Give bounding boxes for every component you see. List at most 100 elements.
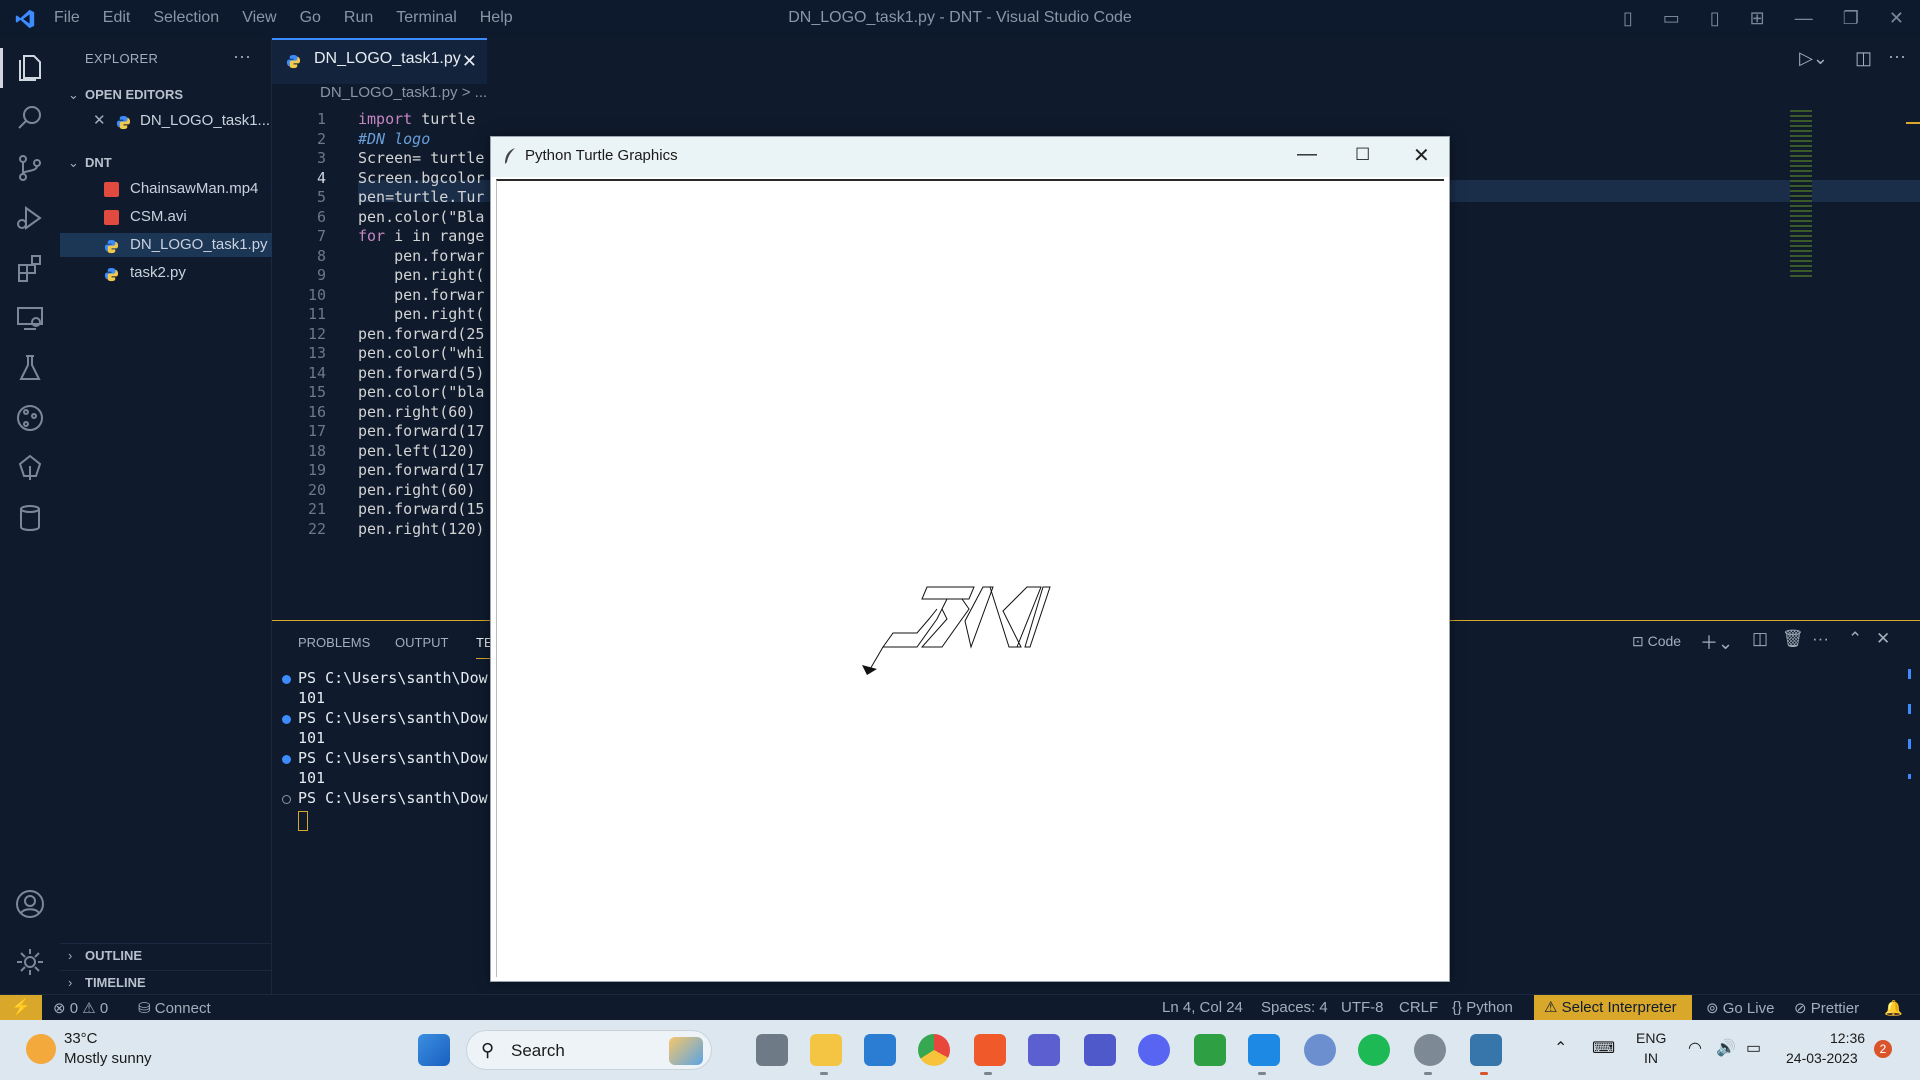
notifications-icon[interactable]: 🔔 [1884, 999, 1903, 1017]
terminal-selector[interactable]: ⊡ Code [1632, 633, 1681, 650]
folder-dnt[interactable]: ⌄ DNT [60, 155, 272, 170]
extensions-icon[interactable] [10, 248, 50, 288]
vscode-icon[interactable] [1248, 1034, 1280, 1066]
code-line[interactable]: pen.forward(17 [358, 422, 484, 440]
code-line[interactable]: pen.color("bla [358, 383, 484, 401]
minimize-icon[interactable]: — [1297, 143, 1317, 166]
file-item[interactable]: ChainsawMan.mp4 [60, 177, 272, 201]
explorer-icon[interactable] [0, 48, 50, 88]
indentation[interactable]: Spaces: 4 [1261, 999, 1328, 1016]
code-line[interactable]: pen.forward(15 [358, 500, 484, 518]
notification-badge[interactable]: 2 [1874, 1040, 1892, 1058]
close-icon[interactable]: ✕ [1413, 143, 1430, 168]
code-line[interactable]: pen.right( [358, 305, 484, 323]
terminal-cursor[interactable] [298, 811, 308, 831]
code-line[interactable]: pen.right( [358, 266, 484, 284]
minimap[interactable] [1790, 110, 1812, 280]
source-control-icon[interactable] [10, 148, 50, 188]
wifi-icon[interactable]: ◠ [1688, 1038, 1702, 1058]
search-icon[interactable] [10, 98, 50, 138]
code-line[interactable]: pen.left(120) [358, 442, 475, 460]
run-debug-icon[interactable] [10, 198, 50, 238]
r-icon[interactable] [1304, 1034, 1336, 1066]
open-editors-section[interactable]: ⌄ OPEN EDITORS [60, 87, 272, 102]
maximize-icon[interactable]: ☐ [1355, 145, 1370, 165]
microsoft-store-icon[interactable] [864, 1034, 896, 1066]
more-actions-icon[interactable]: ··· [1888, 46, 1906, 67]
prettier-button[interactable]: ⊘ Prettier [1794, 999, 1859, 1017]
app-icon[interactable] [1194, 1034, 1226, 1066]
code-line[interactable]: pen.forwar [358, 247, 484, 265]
close-icon[interactable]: ✕ [1889, 8, 1904, 29]
code-line[interactable]: Screen= turtle [358, 149, 484, 167]
outline-section[interactable]: › OUTLINE [60, 943, 272, 967]
file-item-selected[interactable]: DN_LOGO_task1.py [60, 233, 272, 257]
python-icon[interactable] [1470, 1034, 1502, 1066]
git-graph-icon[interactable] [10, 398, 50, 438]
tab-problems[interactable]: PROBLEMS [298, 635, 370, 650]
remote-indicator-icon[interactable]: ⚡ [0, 995, 42, 1021]
line-ending[interactable]: CRLF [1399, 999, 1438, 1016]
lang-top[interactable]: ENG [1636, 1030, 1666, 1046]
keyboard-icon[interactable]: ⌨ [1592, 1038, 1615, 1058]
chevron-up-icon[interactable]: ⌃ [1554, 1038, 1567, 1058]
lang-bottom[interactable]: IN [1644, 1050, 1658, 1066]
turtle-window-titlebar[interactable]: Python Turtle Graphics — ☐ ✕ [491, 137, 1449, 177]
breadcrumb[interactable]: DN_LOGO_task1.py > ... [272, 84, 492, 106]
weather-sun-icon[interactable] [26, 1034, 56, 1064]
clock-date[interactable]: 24-03-2023 [1786, 1050, 1858, 1066]
editor-tab-active[interactable]: DN_LOGO_task1.py ✕ [272, 38, 487, 84]
app-icon[interactable] [1028, 1034, 1060, 1066]
remote-explorer-icon[interactable] [10, 298, 50, 338]
code-line[interactable]: pen.right(120) [358, 520, 484, 538]
maximize-panel-icon[interactable]: ⌃ [1848, 629, 1862, 649]
chrome-icon[interactable] [918, 1034, 950, 1066]
weather-desc[interactable]: Mostly sunny [64, 1050, 152, 1067]
split-terminal-icon[interactable]: ◫ [1752, 629, 1768, 649]
code-line[interactable]: pen.color("Bla [358, 208, 484, 226]
code-line[interactable]: import turtle [358, 110, 475, 128]
code-line[interactable]: pen.color("whi [358, 344, 484, 362]
volume-icon[interactable]: 🔊 [1716, 1038, 1736, 1058]
connect-button[interactable]: ⛁ Connect [138, 999, 211, 1017]
discord-icon[interactable] [1138, 1034, 1170, 1066]
language-mode[interactable]: {} Python [1452, 999, 1513, 1016]
spotify-icon[interactable] [1358, 1034, 1390, 1066]
tab-output[interactable]: OUTPUT [395, 635, 448, 650]
toggle-panel-icon[interactable]: ▭ [1663, 8, 1680, 29]
go-live-button[interactable]: ⊚ Go Live [1706, 999, 1774, 1017]
toggle-sidebar-icon[interactable]: ▯ [1623, 8, 1633, 29]
taskbar-search[interactable]: ⚲ Search [466, 1030, 712, 1070]
database-icon[interactable] [10, 498, 50, 538]
code-line[interactable]: pen=turtle.Tur [358, 188, 484, 206]
brave-icon[interactable] [974, 1034, 1006, 1066]
restore-icon[interactable]: ❐ [1843, 8, 1859, 29]
code-line[interactable]: #DN logo [358, 130, 430, 148]
new-terminal-icon[interactable]: ＋⌄ [1700, 629, 1733, 655]
code-line[interactable]: pen.forward(5) [358, 364, 484, 382]
windows-start-icon[interactable] [418, 1034, 450, 1066]
testing-icon[interactable] [10, 348, 50, 388]
cursor-position[interactable]: Ln 4, Col 24 [1162, 999, 1243, 1016]
code-line[interactable]: for i in range [358, 227, 484, 245]
problems-indicator[interactable]: ⊗ 0 ⚠ 0 [53, 999, 108, 1017]
select-interpreter-button[interactable]: ⚠ Select Interpreter [1534, 995, 1692, 1021]
run-python-icon[interactable]: ▷⌄ [1799, 48, 1828, 69]
code-line[interactable]: pen.right(60) [358, 481, 475, 499]
more-actions-icon[interactable]: ··· [233, 46, 251, 67]
weather-temp[interactable]: 33°C [64, 1030, 98, 1047]
settings-gear-icon[interactable] [10, 942, 50, 982]
timeline-section[interactable]: › TIMELINE [60, 970, 272, 994]
trash-icon[interactable]: 🗑 [1782, 629, 1804, 649]
code-line[interactable]: pen.forward(25 [358, 325, 484, 343]
teams-icon[interactable] [1084, 1034, 1116, 1066]
settings-icon[interactable] [1414, 1034, 1446, 1066]
turtle-canvas[interactable] [496, 179, 1444, 977]
close-tab-icon[interactable]: ✕ [462, 51, 477, 72]
file-item[interactable]: task2.py [60, 261, 272, 285]
close-panel-icon[interactable]: ✕ [1876, 629, 1890, 649]
open-editor-item[interactable]: ✕ DN_LOGO_task1... [60, 109, 272, 133]
file-explorer-icon[interactable] [810, 1034, 842, 1066]
more-actions-icon[interactable]: ··· [1812, 629, 1829, 649]
minimize-icon[interactable]: — [1795, 8, 1813, 29]
